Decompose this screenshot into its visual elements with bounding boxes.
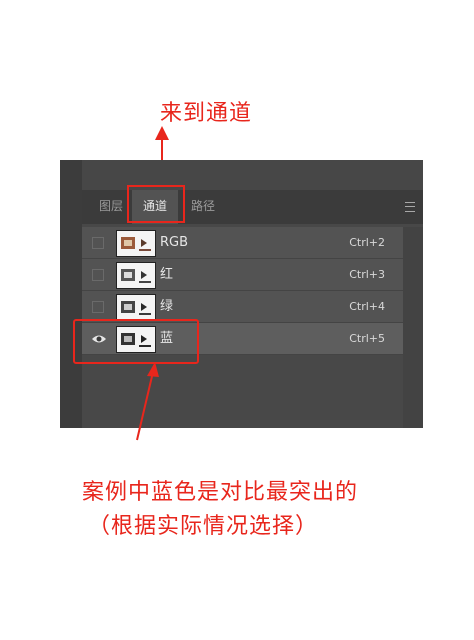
channel-shortcut: Ctrl+3 — [349, 268, 385, 281]
channel-row-red[interactable]: 红 Ctrl+3 — [82, 259, 403, 291]
channel-thumbnail — [116, 262, 156, 289]
channel-name: 红 — [160, 267, 174, 282]
channel-shortcut: Ctrl+4 — [349, 300, 385, 313]
visibility-toggle[interactable] — [92, 269, 104, 281]
visibility-toggle[interactable] — [92, 237, 104, 249]
panel-left-edge — [60, 160, 82, 428]
annotation-top: 来到通道 — [160, 101, 253, 126]
channel-name: 绿 — [160, 299, 174, 314]
channel-name: RGB — [160, 235, 189, 250]
arrow-pointer-icon — [136, 362, 159, 441]
channel-thumbnail — [116, 230, 156, 257]
annotation-note-line1: 案例中蓝色是对比最突出的 — [82, 480, 359, 505]
visibility-toggle[interactable] — [92, 301, 104, 313]
channel-shortcut: Ctrl+5 — [349, 332, 385, 345]
highlight-box-tab — [127, 185, 185, 223]
annotation-note-line2: （根据实际情况选择） — [88, 514, 319, 539]
tab-layers[interactable]: 图层 — [94, 190, 128, 224]
channel-thumbnail — [116, 294, 156, 321]
hamburger-menu-icon[interactable] — [405, 202, 415, 212]
channel-row-rgb[interactable]: RGB Ctrl+2 — [82, 227, 403, 259]
tab-paths[interactable]: 路径 — [186, 190, 220, 224]
panel-scrollbar[interactable] — [403, 227, 423, 428]
channel-shortcut: Ctrl+2 — [349, 236, 385, 249]
highlight-box-row — [73, 319, 199, 364]
